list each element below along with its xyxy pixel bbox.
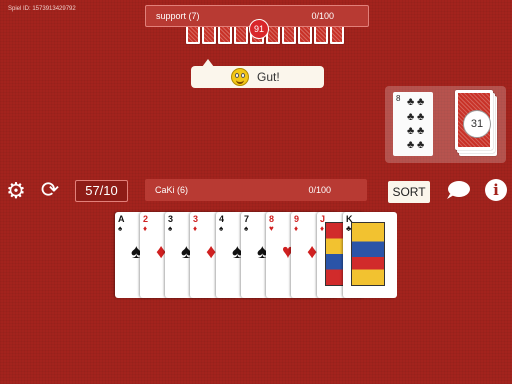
card-suit-pip: ♦ (307, 241, 318, 263)
opponent-cards-badge: 91 (249, 19, 269, 39)
club-icon: ♣ (417, 125, 425, 137)
trump-card-rank: 8 (396, 94, 401, 103)
face-card-art (351, 222, 385, 286)
bubble-text: Gut! (257, 70, 280, 84)
trump-card: 8 ♣ ♣ ♣ ♣ ♣ ♣ ♣ ♣ (393, 92, 433, 156)
card-suit: ♠ (244, 224, 249, 233)
opponent-card-back (218, 24, 232, 44)
card-rank: 2 (143, 214, 149, 224)
card-rank: 4 (219, 214, 225, 224)
player-hand: A♠♠2♦♦3♠♠3♦♦4♠♠7♠♠8♥♥9♦♦J♦♦K♣♣ (115, 212, 399, 300)
card-suit: ♦ (320, 224, 325, 233)
card-suit-pip: ♦ (206, 241, 217, 263)
opponent-name: support (7) (156, 11, 200, 21)
smiley-icon (231, 68, 249, 86)
opponent-card-back (314, 24, 328, 44)
card-rank: A (118, 214, 125, 224)
speech-bubble: Gut! (191, 59, 324, 88)
refresh-icon[interactable]: ⟳ (38, 178, 62, 202)
club-icon: ♣ (407, 111, 415, 123)
stock-count: 31 (463, 110, 491, 138)
club-icon: ♣ (407, 125, 415, 137)
card-rank: 3 (193, 214, 199, 224)
club-icon: ♣ (407, 139, 415, 151)
card-suit: ♠ (118, 224, 123, 233)
game-id-label: Spiel ID: 1573913429792 (8, 6, 76, 12)
player-info-bar: CaKi (6) 0/100 (145, 179, 367, 201)
opponent-card-back (298, 24, 312, 44)
chat-icon[interactable] (445, 180, 471, 200)
club-icon: ♣ (417, 96, 425, 108)
opponent-card-back (202, 24, 216, 44)
opponent-card-back (282, 24, 296, 44)
club-icon: ♣ (417, 139, 425, 151)
card-suit: ♦ (143, 224, 148, 233)
info-icon[interactable]: i (485, 179, 507, 201)
club-icon: ♣ (407, 96, 415, 108)
opponent-card-back (330, 24, 344, 44)
opponent-card-back (186, 24, 200, 44)
card-rank: 7 (244, 214, 250, 224)
gear-icon[interactable]: ⚙ (5, 180, 27, 202)
player-score: 0/100 (308, 185, 331, 195)
sort-button[interactable]: SORT (388, 181, 430, 203)
card-suit: ♠ (168, 224, 173, 233)
card-rank: 8 (269, 214, 275, 224)
card-suit: ♥ (269, 224, 274, 233)
card-suit: ♦ (294, 224, 299, 233)
card-rank: 9 (294, 214, 300, 224)
hand-card[interactable]: K♣♣ (343, 212, 397, 298)
player-name: CaKi (6) (155, 185, 189, 195)
opponent-score: 0/100 (311, 11, 334, 21)
card-suit: ♦ (193, 224, 198, 233)
card-suit: ♠ (219, 224, 224, 233)
round-counter: 57/10 (75, 180, 128, 202)
card-rank: 3 (168, 214, 174, 224)
club-icon: ♣ (417, 111, 425, 123)
opponent-card-back (234, 24, 248, 44)
deck-panel: 8 ♣ ♣ ♣ ♣ ♣ ♣ ♣ ♣ 31 (385, 86, 506, 163)
